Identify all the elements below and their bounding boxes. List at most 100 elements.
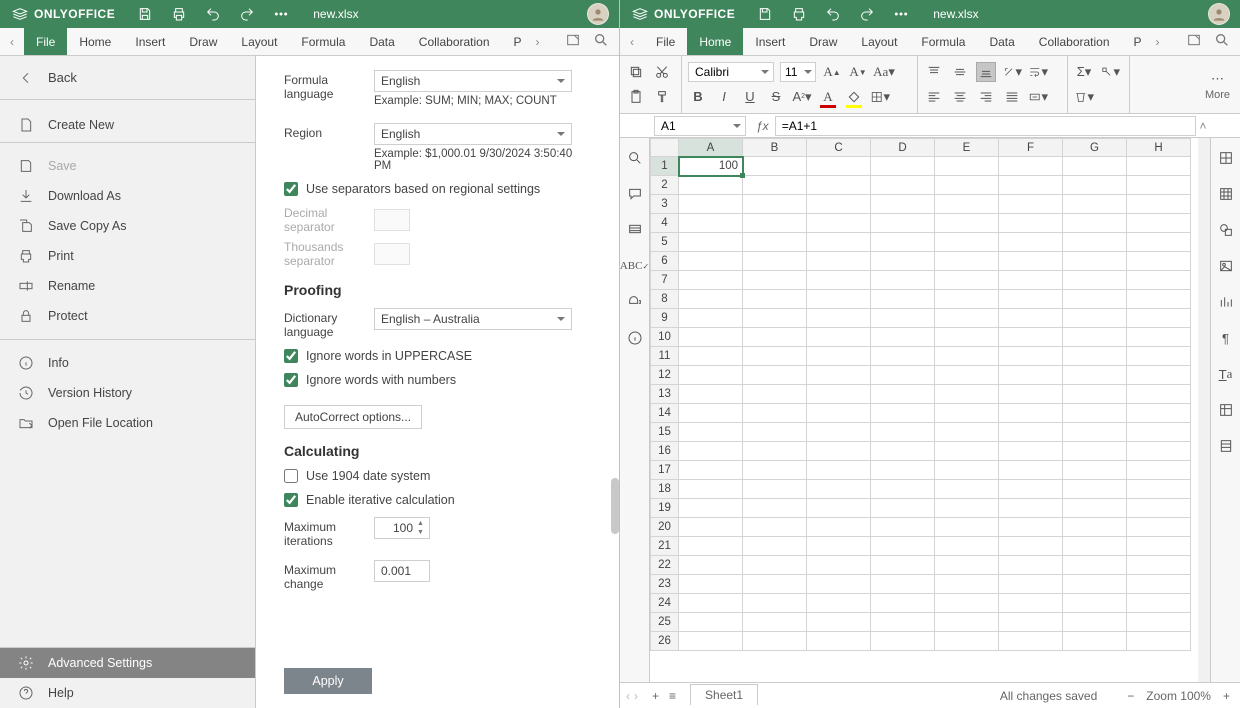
search-icon[interactable] xyxy=(1214,32,1230,51)
cell[interactable] xyxy=(807,575,871,594)
cell[interactable] xyxy=(1127,328,1191,347)
shape-settings-icon[interactable] xyxy=(1216,220,1236,240)
cell[interactable] xyxy=(807,404,871,423)
search-icon[interactable] xyxy=(593,32,609,51)
cell[interactable] xyxy=(999,347,1063,366)
cell[interactable] xyxy=(1127,404,1191,423)
cell[interactable] xyxy=(807,233,871,252)
save-icon[interactable] xyxy=(135,4,155,24)
cell[interactable] xyxy=(1127,309,1191,328)
cell[interactable] xyxy=(807,556,871,575)
cell[interactable] xyxy=(1063,176,1127,195)
align-justify-icon[interactable] xyxy=(1002,87,1022,107)
cell[interactable] xyxy=(999,385,1063,404)
cell[interactable] xyxy=(1127,632,1191,651)
cell[interactable] xyxy=(999,613,1063,632)
sidebar-print[interactable]: Print xyxy=(0,241,255,271)
cell[interactable] xyxy=(1063,518,1127,537)
cell[interactable] xyxy=(1127,499,1191,518)
open-file-icon[interactable] xyxy=(1186,32,1202,51)
cell[interactable] xyxy=(999,499,1063,518)
cell[interactable] xyxy=(743,518,807,537)
cell[interactable] xyxy=(935,309,999,328)
cell[interactable] xyxy=(935,195,999,214)
ribbon-more[interactable]: ⋯ More xyxy=(1195,56,1240,113)
sheet-list-icon[interactable]: ≡ xyxy=(669,689,676,703)
cell[interactable] xyxy=(935,461,999,480)
sheet-prev-icon[interactable]: ‹ xyxy=(626,689,630,703)
cell[interactable] xyxy=(743,632,807,651)
cell[interactable] xyxy=(807,252,871,271)
cell[interactable] xyxy=(679,309,743,328)
cell[interactable] xyxy=(871,176,935,195)
cell-settings-icon[interactable] xyxy=(1216,148,1236,168)
cell[interactable] xyxy=(679,556,743,575)
cell[interactable] xyxy=(935,347,999,366)
bold-icon[interactable]: B xyxy=(688,87,708,107)
print-icon[interactable] xyxy=(169,4,189,24)
cell[interactable] xyxy=(679,423,743,442)
menu-formula[interactable]: Formula xyxy=(289,28,357,55)
cell[interactable] xyxy=(807,461,871,480)
cell[interactable] xyxy=(1127,575,1191,594)
cell[interactable] xyxy=(935,480,999,499)
cell[interactable] xyxy=(935,556,999,575)
cell[interactable] xyxy=(935,328,999,347)
menu-file[interactable]: File xyxy=(644,28,687,55)
fill-icon[interactable]: ▾ xyxy=(1100,62,1120,82)
cell[interactable] xyxy=(807,214,871,233)
align-middle-icon[interactable] xyxy=(950,62,970,82)
cell[interactable] xyxy=(999,632,1063,651)
cell[interactable] xyxy=(1127,442,1191,461)
align-bottom-icon[interactable] xyxy=(976,62,996,82)
row-header[interactable]: 12 xyxy=(651,366,679,385)
cell[interactable] xyxy=(935,594,999,613)
menu-more[interactable]: P xyxy=(1122,28,1146,55)
cell[interactable] xyxy=(871,499,935,518)
cell[interactable] xyxy=(1127,214,1191,233)
cell[interactable] xyxy=(935,632,999,651)
cell[interactable] xyxy=(999,176,1063,195)
cell[interactable] xyxy=(1127,366,1191,385)
cell[interactable] xyxy=(807,537,871,556)
menu-collaboration[interactable]: Collaboration xyxy=(1027,28,1122,55)
merge-cells-icon[interactable]: ▾ xyxy=(1028,87,1048,107)
menu-nav-right-icon[interactable]: › xyxy=(1146,28,1170,55)
formula-language-select[interactable]: English xyxy=(374,70,572,92)
menu-draw[interactable]: Draw xyxy=(797,28,849,55)
cell[interactable] xyxy=(743,233,807,252)
sidebar-help[interactable]: Help xyxy=(0,678,255,708)
sidebar-open-file-location[interactable]: Open File Location xyxy=(0,408,255,438)
cell[interactable] xyxy=(1127,271,1191,290)
menu-collaboration[interactable]: Collaboration xyxy=(407,28,502,55)
sidebar-advanced-settings[interactable]: Advanced Settings xyxy=(0,648,255,678)
cell[interactable] xyxy=(871,442,935,461)
cell[interactable] xyxy=(679,499,743,518)
cell[interactable] xyxy=(1127,556,1191,575)
cell[interactable] xyxy=(871,556,935,575)
cell[interactable] xyxy=(743,385,807,404)
cell[interactable] xyxy=(935,385,999,404)
row-header[interactable]: 8 xyxy=(651,290,679,309)
cell[interactable] xyxy=(679,366,743,385)
cell[interactable] xyxy=(679,632,743,651)
copy-icon[interactable] xyxy=(626,62,646,82)
spreadsheet-grid[interactable]: ABCDEFGH11002345678910111213141516171819… xyxy=(650,138,1210,682)
align-top-icon[interactable] xyxy=(924,62,944,82)
cell[interactable] xyxy=(679,328,743,347)
row-header[interactable]: 6 xyxy=(651,252,679,271)
cell[interactable] xyxy=(935,214,999,233)
cut-icon[interactable] xyxy=(652,62,672,82)
pivot-settings-icon[interactable] xyxy=(1216,400,1236,420)
row-header[interactable]: 16 xyxy=(651,442,679,461)
redo-icon[interactable] xyxy=(857,4,877,24)
cell[interactable] xyxy=(999,518,1063,537)
row-header[interactable]: 1 xyxy=(651,157,679,176)
sidebar-download-as[interactable]: Download As xyxy=(0,181,255,211)
cell[interactable] xyxy=(871,385,935,404)
cell[interactable] xyxy=(679,347,743,366)
cell[interactable] xyxy=(999,442,1063,461)
about-icon[interactable] xyxy=(625,328,645,348)
cell[interactable] xyxy=(743,290,807,309)
image-settings-icon[interactable] xyxy=(1216,256,1236,276)
